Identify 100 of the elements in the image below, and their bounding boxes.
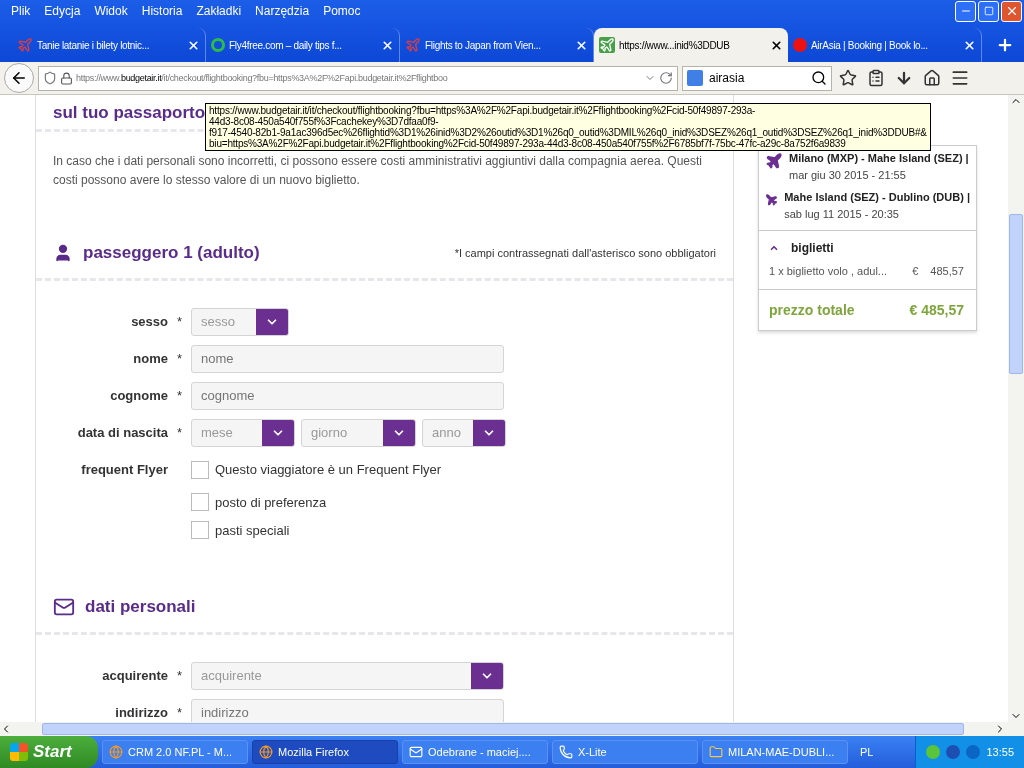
caret-icon xyxy=(256,308,288,335)
taskbar-item[interactable]: MILAN-MAE-DUBLI... xyxy=(702,740,848,764)
maximize-button[interactable] xyxy=(978,0,999,22)
close-icon[interactable] xyxy=(963,38,976,52)
currency: € xyxy=(912,265,919,277)
language-indicator[interactable]: PL xyxy=(860,746,874,758)
menu-item[interactable]: Plik xyxy=(4,4,38,18)
new-tab-icon[interactable] xyxy=(996,36,1014,54)
ticket-price: 485,57 xyxy=(930,265,964,277)
caret-icon xyxy=(471,662,503,689)
section-title: dati personali xyxy=(85,597,196,617)
search-icon[interactable] xyxy=(811,70,827,86)
checkbox[interactable] xyxy=(191,493,209,511)
field-label: sesso xyxy=(130,314,168,329)
back-icon xyxy=(10,69,28,87)
caret-icon xyxy=(262,419,294,446)
close-button[interactable] xyxy=(1001,0,1022,22)
globe-icon xyxy=(259,745,273,759)
menu-item[interactable]: Historia xyxy=(134,4,190,18)
scroll-thumb[interactable] xyxy=(42,723,964,735)
menu-item[interactable]: Pomoc xyxy=(316,4,368,18)
note-paragraph: In caso che i dati personali sono incorretti, ci possono essere costi amministrativi aggiuntivi dalla compagnia aerea. Questi costi possono avere lo stesso valore di un nuovo biglietto. xyxy=(53,153,703,189)
field-label: acquirente xyxy=(101,668,168,683)
required-mark: * xyxy=(175,668,184,683)
flight-date: mar giu 30 2015 - 21:55 xyxy=(789,169,907,181)
lock-icon xyxy=(60,71,73,85)
checkbox-label[interactable]: pasti speciali xyxy=(191,521,290,539)
field-label: data di nascita xyxy=(76,425,168,440)
browser-tab[interactable]: https://www...inid%3DDUB xyxy=(594,28,788,62)
plane-icon xyxy=(599,37,615,53)
restore-icon xyxy=(983,6,994,16)
required-mark: * xyxy=(175,388,184,403)
menu-item[interactable]: Zakładki xyxy=(189,4,249,18)
field-label: nome xyxy=(132,351,168,366)
total-label: prezzo totale xyxy=(769,302,855,318)
tickets-title: biglietti xyxy=(791,241,834,255)
clock: 13:55 xyxy=(986,746,1014,758)
ring-icon xyxy=(211,38,225,52)
required-mark: * xyxy=(175,351,184,366)
taskbar-item[interactable]: Mozilla Firefox xyxy=(252,740,398,764)
checkbox-label[interactable]: posto di preferenza xyxy=(191,493,327,511)
flight-date: sab lug 11 2015 - 20:35 xyxy=(784,208,900,220)
menu-item[interactable]: Narzędzia xyxy=(248,4,317,18)
reload-icon[interactable] xyxy=(659,71,673,85)
caret-icon xyxy=(473,419,505,446)
collapse-icon[interactable] xyxy=(769,243,779,253)
mail-icon xyxy=(409,745,423,759)
menu-item[interactable]: Widok xyxy=(87,4,135,18)
input-field[interactable]: nome xyxy=(191,344,504,373)
input-field[interactable]: cognome xyxy=(191,381,504,410)
horizontal-scrollbar[interactable] xyxy=(0,722,1024,736)
mail-icon xyxy=(53,596,75,618)
start-button[interactable]: Start xyxy=(0,736,98,768)
url-tooltip: https://www.budgetair.it/it/checkout/flightbooking?fbu=https%3A%2F%2Fapi.budgetair.it%2Fflightbooking%2Fcid-50f49897-293a- 44d3-8c08-450a540f755f%3Fcachekey%3D7dfaa0f9- f917-4540-82b1-9a1ac396d5ec%26flightid%3D1%26inid%3D2%26outid%3D1%26q0_outid%3DMIL%26q0_inid%3DSEZ%26q1_outid%3DSEZ%26q1_inid%3DDUB#& biu=https%3A%2F%2Fapi.budgetair.it%2Fflightbooking%2Fcid-50f49897-293a-44d3-8c08-450a540f755f%2F6785bf7f-75bc-47fc-a29c-8a752f6a9839 xyxy=(205,103,931,151)
section-title: passeggero 1 (adulto) xyxy=(83,243,260,263)
tab-title: AirAsia | Booking | Book lo... xyxy=(811,39,929,51)
taskbar-item[interactable]: X-Lite xyxy=(552,740,698,764)
taskbar-item[interactable]: CRM 2.0 NF.PL - M... xyxy=(102,740,248,764)
required-mark: * xyxy=(175,705,184,720)
required-mark: * xyxy=(175,425,184,440)
vertical-scrollbar[interactable] xyxy=(1008,95,1024,722)
close-icon[interactable] xyxy=(381,38,394,52)
folder-icon xyxy=(709,745,723,759)
shield-icon xyxy=(43,71,57,85)
menu-item[interactable]: Edycja xyxy=(37,4,88,18)
phone-icon xyxy=(559,745,573,759)
flight-route: Milano (MXP) - Mahe Island (SEZ) | xyxy=(789,152,969,164)
checkbox[interactable] xyxy=(191,460,209,479)
search-field[interactable]: airasia xyxy=(682,65,832,91)
minimize-button[interactable] xyxy=(955,0,976,22)
windows-logo-icon xyxy=(10,743,28,761)
plane-icon xyxy=(765,152,783,170)
field-label: frequent Flyer xyxy=(80,462,168,477)
globe-icon xyxy=(109,745,123,759)
field-label: indirizzo xyxy=(114,705,168,720)
user-icon xyxy=(53,243,73,263)
ticket-line: 1 x biglietto volo , adul... xyxy=(769,265,887,277)
taskbar-item[interactable]: Odebrane - maciej.... xyxy=(402,740,548,764)
logo-icon xyxy=(793,38,807,52)
tab-title: Tanie latanie i bilety lotnic... xyxy=(37,39,151,51)
checkbox[interactable] xyxy=(191,521,209,539)
section-heading: sul tuo passaporto xyxy=(53,103,206,123)
plane-icon xyxy=(765,191,779,209)
checkbox-label[interactable]: Questo viaggiatore è un Frequent Flyer xyxy=(191,460,442,479)
required-hint: *I campi contrassegnati dall'asterisco sono obbligatori xyxy=(454,247,716,259)
caret-icon xyxy=(383,419,415,446)
plane-icon xyxy=(17,37,33,53)
back-button[interactable] xyxy=(4,63,34,93)
close-icon[interactable] xyxy=(770,38,783,52)
input-field[interactable]: indirizzo xyxy=(191,698,504,722)
close-icon[interactable] xyxy=(187,38,200,52)
search-text: airasia xyxy=(709,71,746,85)
scroll-thumb[interactable] xyxy=(1009,213,1023,374)
tab-title: Flights to Japan from Vien... xyxy=(425,39,542,51)
plane-icon xyxy=(405,37,421,53)
required-mark: * xyxy=(175,314,184,329)
tab-title: Fly4free.com – daily tips f... xyxy=(229,39,343,51)
close-icon[interactable] xyxy=(575,38,588,52)
total-price: € 485,57 xyxy=(909,302,964,318)
address-field[interactable]: https://www.budgetair.it/it/checkout/flightbooking?fbu=https%3A%2F%2Fapi.budgetair.it%2Fflightboo xyxy=(38,65,678,91)
